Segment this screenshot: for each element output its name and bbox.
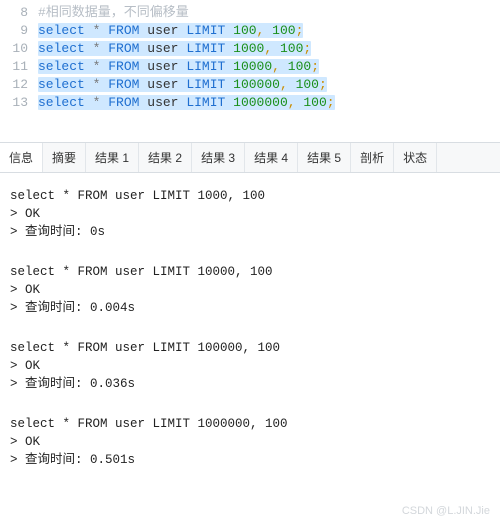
tab-1[interactable]: 摘要: [43, 143, 86, 172]
tab-2[interactable]: 结果 1: [86, 143, 139, 172]
code-content[interactable]: select * FROM user LIMIT 100, 100;: [38, 22, 303, 40]
code-line[interactable]: 9select * FROM user LIMIT 100, 100;: [0, 22, 500, 40]
code-content[interactable]: select * FROM user LIMIT 100000, 100;: [38, 76, 327, 94]
output-group: select * FROM user LIMIT 100000, 100> OK…: [10, 339, 490, 393]
output-group: select * FROM user LIMIT 10000, 100> OK>…: [10, 263, 490, 317]
line-number: 12: [0, 76, 38, 94]
tab-8[interactable]: 状态: [394, 143, 437, 172]
output-query: select * FROM user LIMIT 100000, 100: [10, 339, 490, 357]
output-time: > 查询时间: 0s: [10, 223, 490, 241]
result-tabs: 信息摘要结果 1结果 2结果 3结果 4结果 5剖析状态: [0, 142, 500, 173]
line-number: 11: [0, 58, 38, 76]
tab-7[interactable]: 剖析: [351, 143, 394, 172]
output-group: select * FROM user LIMIT 1000, 100> OK> …: [10, 187, 490, 241]
output-query: select * FROM user LIMIT 1000000, 100: [10, 415, 490, 433]
line-number: 13: [0, 94, 38, 112]
code-content[interactable]: select * FROM user LIMIT 10000, 100;: [38, 58, 319, 76]
code-content[interactable]: select * FROM user LIMIT 1000, 100;: [38, 40, 311, 58]
output-time: > 查询时间: 0.004s: [10, 299, 490, 317]
output-status: > OK: [10, 433, 490, 451]
output-query: select * FROM user LIMIT 1000, 100: [10, 187, 490, 205]
output-status: > OK: [10, 357, 490, 375]
line-number: 9: [0, 22, 38, 40]
code-line[interactable]: 13select * FROM user LIMIT 1000000, 100;: [0, 94, 500, 112]
code-line[interactable]: 10select * FROM user LIMIT 1000, 100;: [0, 40, 500, 58]
output-time: > 查询时间: 0.501s: [10, 451, 490, 469]
output-status: > OK: [10, 205, 490, 223]
tab-3[interactable]: 结果 2: [139, 143, 192, 172]
output-query: select * FROM user LIMIT 10000, 100: [10, 263, 490, 281]
output-time: > 查询时间: 0.036s: [10, 375, 490, 393]
output-status: > OK: [10, 281, 490, 299]
code-line[interactable]: 11select * FROM user LIMIT 10000, 100;: [0, 58, 500, 76]
tab-6[interactable]: 结果 5: [298, 143, 351, 172]
output-group: select * FROM user LIMIT 1000000, 100> O…: [10, 415, 490, 469]
tab-5[interactable]: 结果 4: [245, 143, 298, 172]
watermark: CSDN @L.JIN.Jie: [0, 499, 500, 525]
line-number: 10: [0, 40, 38, 58]
code-content[interactable]: #相同数据量，不同偏移量: [38, 4, 189, 22]
tab-4[interactable]: 结果 3: [192, 143, 245, 172]
tab-0[interactable]: 信息: [0, 143, 43, 172]
sql-editor[interactable]: 8#相同数据量，不同偏移量9select * FROM user LIMIT 1…: [0, 0, 500, 142]
message-output: select * FROM user LIMIT 1000, 100> OK> …: [0, 173, 500, 499]
code-content[interactable]: select * FROM user LIMIT 1000000, 100;: [38, 94, 335, 112]
code-line[interactable]: 8#相同数据量，不同偏移量: [0, 4, 500, 22]
code-line[interactable]: 12select * FROM user LIMIT 100000, 100;: [0, 76, 500, 94]
line-number: 8: [0, 4, 38, 22]
